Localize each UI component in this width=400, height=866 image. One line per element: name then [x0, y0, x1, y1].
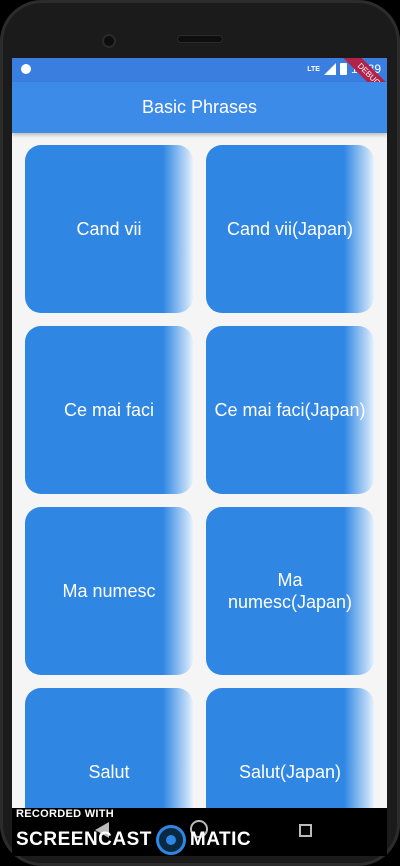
app-bar: Basic Phrases [12, 82, 387, 133]
phrase-grid: Cand vii Cand vii(Japan) Ce mai faci Ce … [12, 133, 387, 808]
signal-icon [323, 63, 336, 75]
recent-apps-icon[interactable] [299, 824, 312, 837]
watermark-caption: RECORDED WITH [16, 808, 115, 820]
battery-icon [339, 63, 347, 75]
front-camera [104, 36, 114, 46]
phrase-tile-ma-numesc-japan[interactable]: Ma numesc(Japan) [206, 507, 374, 675]
phrase-tile-ce-mai-faci-japan[interactable]: Ce mai faci(Japan) [206, 326, 374, 494]
phrase-tile-ce-mai-faci[interactable]: Ce mai faci [25, 326, 193, 494]
page-title: Basic Phrases [141, 97, 258, 117]
phrase-tile-cand-vii-japan[interactable]: Cand vii(Japan) [206, 145, 374, 313]
watermark-logo: SCREENCAST MATIC [16, 825, 251, 855]
status-bar: LTE 12:39 DEBUG [12, 58, 387, 108]
app-screen: LTE 12:39 DEBUG Basic Phrases Cand vii C… [12, 58, 387, 808]
phrase-tile-salut-japan[interactable]: Salut(Japan) [206, 688, 374, 808]
phrase-tile-cand-vii[interactable]: Cand vii [25, 145, 193, 313]
earpiece-speaker [178, 36, 222, 42]
notification-icon [21, 64, 31, 74]
network-type-label: LTE [307, 65, 320, 73]
watermark-right-text: MATIC [189, 829, 252, 850]
phrase-tile-ma-numesc[interactable]: Ma numesc [25, 507, 193, 675]
phrase-tile-salut[interactable]: Salut [25, 688, 193, 808]
watermark-left-text: SCREENCAST [16, 829, 152, 850]
recording-watermark: RECORDED WITH SCREENCAST MATIC [16, 808, 251, 855]
record-icon [155, 825, 186, 855]
